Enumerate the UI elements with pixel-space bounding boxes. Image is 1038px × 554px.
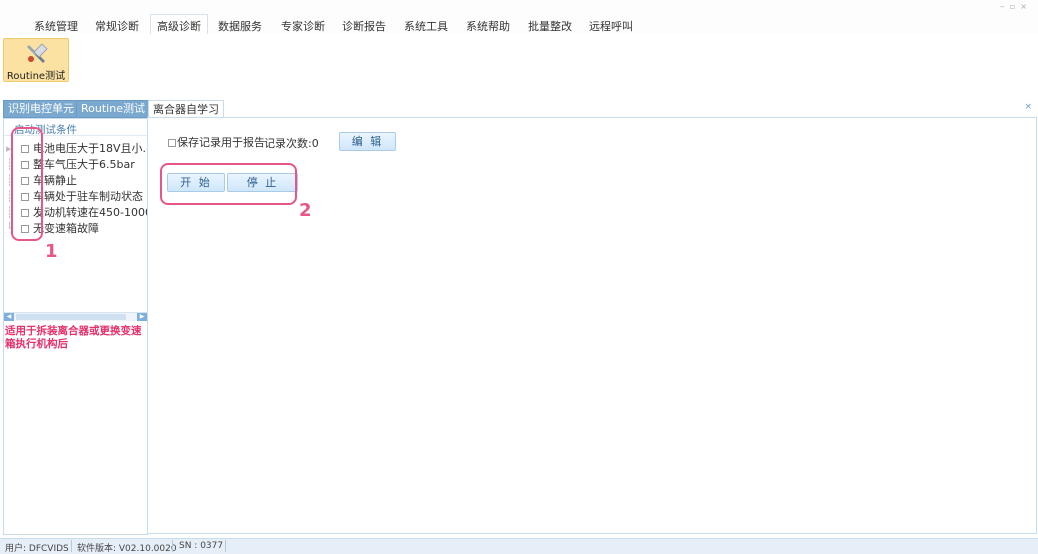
- status-divider: [172, 540, 173, 552]
- tab-routine-test[interactable]: Routine测试: [76, 100, 150, 118]
- condition-label: 发动机转速在450-1000...: [33, 206, 147, 219]
- menu-item-routine-diagnosis[interactable]: 常规诊断: [95, 18, 139, 34]
- annotation-number-2: 2: [299, 200, 312, 221]
- edit-button[interactable]: 编 辑: [339, 132, 396, 151]
- minimize-icon[interactable]: ‒: [1000, 2, 1010, 11]
- menu-item-diagnosis-report[interactable]: 诊断报告: [342, 18, 386, 34]
- restore-icon[interactable]: ▫: [1010, 2, 1020, 11]
- menu-item-system-management[interactable]: 系统管理: [34, 18, 78, 34]
- record-count: 记录次数:0: [264, 137, 319, 150]
- routine-test-label: Routine测试: [6, 71, 66, 82]
- condition-label: 整车气压大于6.5bar: [33, 158, 135, 171]
- save-record-checkbox[interactable]: [168, 139, 176, 147]
- usage-note: 适用于拆装离合器或更换变速箱执行机构后: [5, 325, 142, 350]
- ribbon: Routine测试: [0, 34, 1038, 96]
- close-icon[interactable]: ×: [1024, 102, 1032, 112]
- save-record-label: 保存记录用于报告: [177, 136, 265, 149]
- status-user: 用户: DFCVIDS: [5, 544, 69, 554]
- routine-test-button[interactable]: Routine测试: [3, 38, 69, 82]
- annotation-box-buttons: [160, 163, 297, 205]
- horizontal-scrollbar[interactable]: ◀ ▶: [4, 312, 147, 321]
- tools-icon: [27, 43, 48, 63]
- menu-item-batch-rectify[interactable]: 批量整改: [528, 18, 572, 34]
- status-divider: [71, 540, 72, 552]
- annotation-number-1: 1: [45, 241, 58, 262]
- menu-item-system-tools[interactable]: 系统工具: [404, 18, 448, 34]
- close-icon[interactable]: ×: [1020, 2, 1032, 11]
- condition-label: 车辆处于驻车制动状态: [33, 190, 143, 203]
- annotation-box-conditions: [11, 127, 43, 241]
- menu-item-expert-diagnosis[interactable]: 专家诊断: [281, 18, 325, 34]
- scroll-right-icon[interactable]: ▶: [137, 313, 147, 321]
- scroll-left-icon[interactable]: ◀: [4, 313, 14, 321]
- menu-item-remote-call[interactable]: 远程呼叫: [589, 18, 633, 34]
- window-controls[interactable]: ‒▫×: [1000, 2, 1032, 11]
- status-sn: SN : 0377: [179, 541, 224, 551]
- status-divider: [225, 540, 226, 552]
- menu-item-system-help[interactable]: 系统帮助: [466, 18, 510, 34]
- condition-label: 电池电压大于18V且小...: [33, 142, 147, 155]
- scroll-thumb[interactable]: [16, 314, 126, 320]
- tab-clutch-self-learning[interactable]: 离合器自学习: [148, 100, 224, 118]
- menu-bar: 系统管理 常规诊断 高级诊断 数据服务 专家诊断 诊断报告 系统工具 系统帮助 …: [0, 0, 1038, 39]
- status-bar: 用户: DFCVIDS 软件版本: V02.10.0020 SN : 0377: [0, 538, 1038, 554]
- menu-item-data-service[interactable]: 数据服务: [218, 18, 262, 34]
- status-version: 软件版本: V02.10.0020: [77, 544, 177, 554]
- tab-identify-ecu[interactable]: 识别电控单元: [3, 100, 79, 118]
